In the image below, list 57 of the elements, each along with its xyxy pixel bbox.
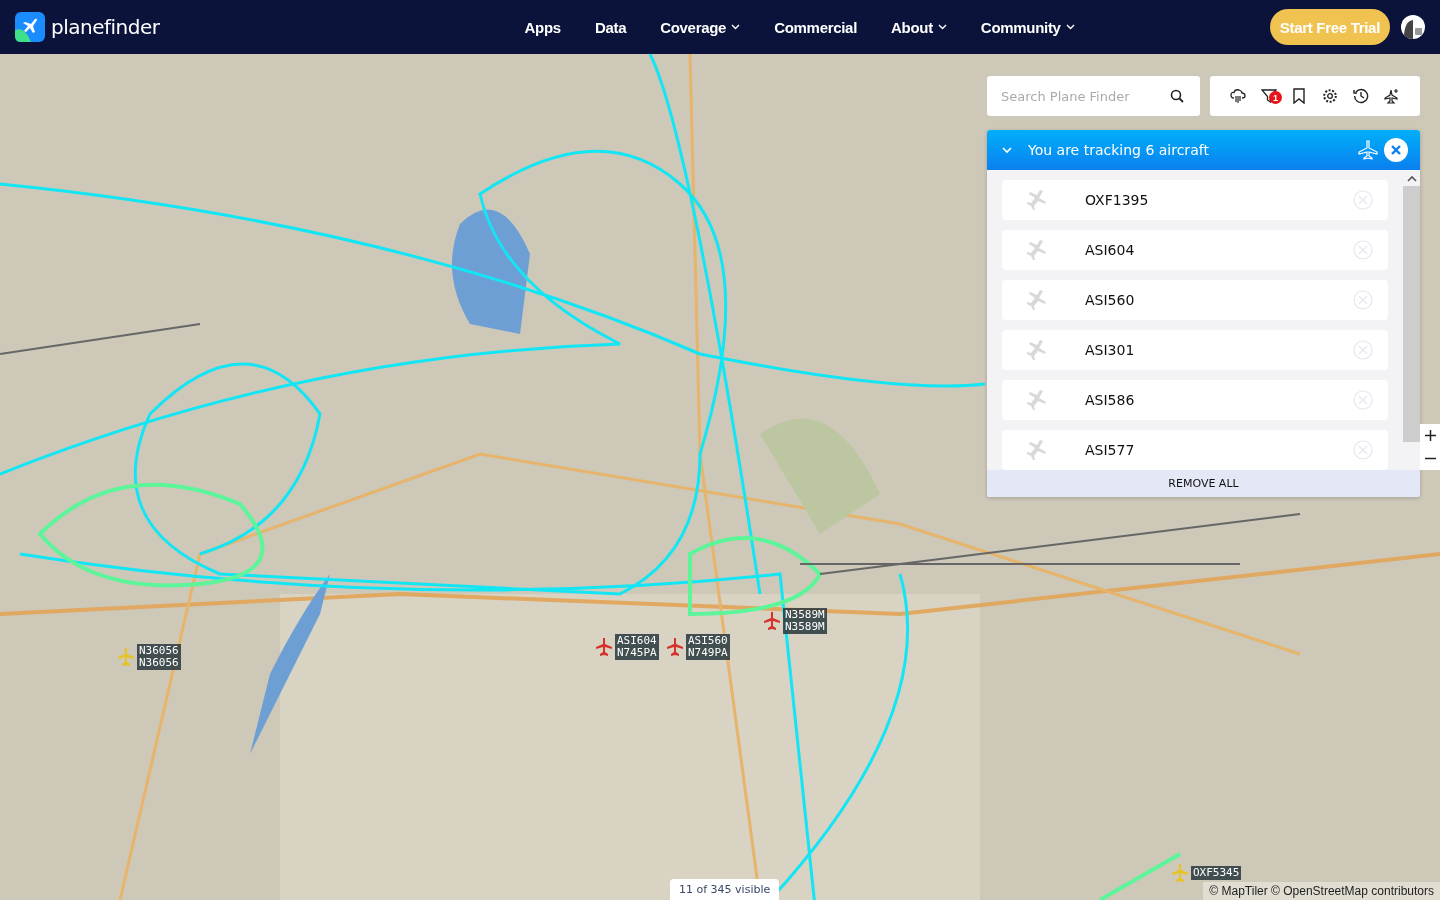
- tracked-aircraft-row[interactable]: ASI577: [1002, 430, 1388, 470]
- filter-icon[interactable]: [1261, 88, 1277, 104]
- nav-link[interactable]: Apps: [524, 18, 561, 36]
- collapse-chevron-icon[interactable]: [1002, 146, 1012, 154]
- aircraft-icon: [1024, 238, 1048, 262]
- aircraft-label[interactable]: OXF5345: [1191, 866, 1242, 880]
- filter-count-badge: 1: [1269, 91, 1282, 104]
- callsign: ASI560: [1085, 292, 1136, 308]
- close-icon: [1391, 145, 1401, 155]
- caret-icon: [937, 24, 947, 30]
- remove-all-button[interactable]: REMOVE ALL: [987, 470, 1420, 497]
- nav-link[interactable]: Commercial: [774, 18, 858, 36]
- plane-add-icon[interactable]: [1384, 88, 1401, 104]
- callsign: ASI301: [1085, 342, 1136, 358]
- avatar-icon[interactable]: [1401, 15, 1425, 39]
- search-field[interactable]: Search Plane Finder: [987, 76, 1200, 116]
- nav-link[interactable]: Coverage: [660, 18, 741, 36]
- cloud-icon[interactable]: [1229, 88, 1246, 104]
- aircraft-icon: [1024, 338, 1048, 362]
- close-button[interactable]: [1384, 138, 1408, 162]
- settings-icon[interactable]: [1321, 88, 1338, 104]
- map-attribution[interactable]: © MapTiler © OpenStreetMap contributors: [1203, 882, 1440, 900]
- tracked-aircraft-row[interactable]: ASI586: [1002, 380, 1388, 420]
- callsign: OXF1395: [1085, 192, 1150, 208]
- panel-title: You are tracking 6 aircraft: [1028, 142, 1210, 158]
- plane-logo-icon: [15, 12, 45, 42]
- callsign: ASI586: [1085, 392, 1136, 408]
- history-icon[interactable]: [1352, 88, 1369, 104]
- tracked-aircraft-row[interactable]: ASI301: [1002, 330, 1388, 370]
- nav-link[interactable]: Data: [594, 18, 627, 36]
- tracked-aircraft-row[interactable]: OXF1395: [1002, 180, 1388, 220]
- nav-link[interactable]: About: [891, 18, 947, 36]
- nav-link[interactable]: Community: [980, 18, 1075, 36]
- callsign: ASI604: [1085, 242, 1136, 258]
- search-icon[interactable]: [1170, 89, 1184, 103]
- aircraft-icon: [1024, 188, 1048, 212]
- aircraft-icon[interactable]: [764, 612, 780, 630]
- tracked-aircraft-row[interactable]: ASI560: [1002, 280, 1388, 320]
- callsign: ASI577: [1085, 442, 1136, 458]
- aircraft-icon: [1024, 388, 1048, 412]
- aircraft-icon[interactable]: [667, 638, 683, 656]
- aircraft-label[interactable]: N36056 N36056: [137, 644, 181, 670]
- logo-text[interactable]: planefinder: [51, 15, 160, 39]
- aircraft-icon[interactable]: [596, 638, 612, 656]
- zoom-in-icon[interactable]: [1424, 430, 1436, 441]
- aircraft-label[interactable]: ASI604 N745PA: [615, 634, 659, 660]
- visible-count: 11 of 345 visible: [670, 879, 780, 900]
- scroll-up-icon[interactable]: [1406, 175, 1417, 182]
- caret-icon: [1065, 24, 1075, 30]
- tracked-aircraft-row[interactable]: ASI604: [1002, 230, 1388, 270]
- aircraft-icon: [1024, 438, 1048, 462]
- bookmark-icon[interactable]: [1292, 88, 1307, 104]
- aircraft-icon: [1024, 288, 1048, 312]
- aircraft-label[interactable]: ASI560 N749PA: [686, 634, 730, 660]
- caret-icon: [731, 24, 741, 30]
- plane-outline-icon[interactable]: [1358, 140, 1378, 160]
- aircraft-label[interactable]: N3589M N3589M: [783, 608, 827, 634]
